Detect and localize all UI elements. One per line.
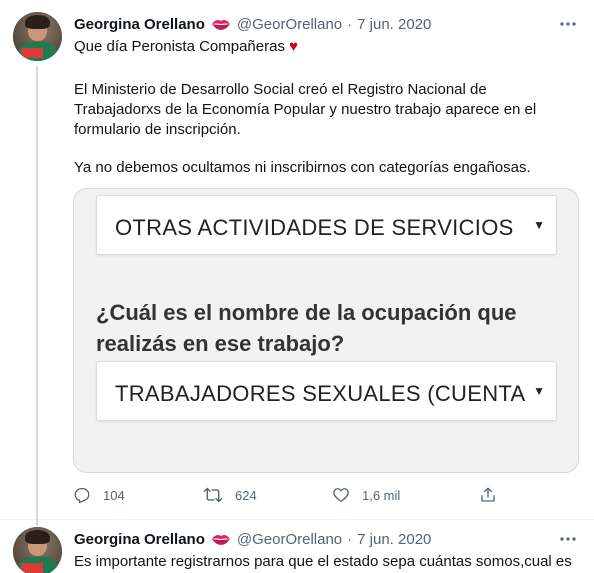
retweet-count: 624 — [235, 487, 257, 503]
author-name[interactable]: Georgina Orellano — [74, 531, 205, 548]
reply-button[interactable]: 104 — [73, 484, 125, 506]
occupation-select: TRABAJADORES SEXUALES (CUENTAPROPIA) ▼ — [96, 361, 557, 421]
like-button[interactable]: 1,6 mil — [332, 484, 400, 506]
share-icon — [479, 486, 497, 504]
kiss-mark-icon — [211, 18, 231, 30]
share-button[interactable] — [479, 484, 497, 506]
tweet-text-paragraph: Es importante registrarnos para que el e… — [74, 553, 572, 570]
tweet[interactable]: Georgina Orellano @GeorOrellano · 7 jun.… — [0, 0, 594, 526]
separator-dot: · — [347, 15, 353, 33]
reply-icon — [73, 486, 91, 504]
occupation-select-value: TRABAJADORES SEXUALES (CUENTAPROPIA) — [115, 381, 525, 406]
like-count: 1,6 mil — [362, 487, 401, 503]
like-icon — [332, 486, 350, 504]
tweet-actions: 104 624 1,6 mil — [0, 484, 594, 506]
tweet-text-paragraph: El Ministerio de Desarrollo Social creó … — [74, 81, 537, 138]
tweet-text-first: Que día Peronista Compañeras — [74, 38, 285, 55]
kiss-mark-icon — [211, 533, 231, 545]
form-question: ¿Cuál es el nombre de la ocupación que r… — [96, 300, 517, 356]
thread-connector — [36, 66, 38, 526]
tweet-image[interactable]: OTRAS ACTIVIDADES DE SERVICIOS ▼ ¿Cuál e… — [73, 188, 579, 473]
category-select: OTRAS ACTIVIDADES DE SERVICIOS ▼ — [96, 195, 557, 255]
more-icon[interactable] — [558, 529, 578, 549]
tweet-text-line: Que día Peronista Compañeras ♥ — [74, 37, 574, 57]
tweet-date[interactable]: 7 jun. 2020 — [357, 16, 431, 33]
chevron-down-icon: ▼ — [533, 218, 545, 232]
reply-count: 104 — [103, 487, 125, 503]
retweet-button[interactable]: 624 — [203, 484, 257, 506]
tweet-text-paragraph: Ya no debemos ocultamos ni inscribirnos … — [74, 159, 531, 176]
heart-emoji: ♥ — [289, 38, 299, 55]
tweet-header: Georgina Orellano @GeorOrellano · 7 jun.… — [74, 529, 431, 549]
tweet-header: Georgina Orellano @GeorOrellano · 7 jun.… — [74, 14, 431, 34]
author-name[interactable]: Georgina Orellano — [74, 16, 205, 33]
more-icon[interactable] — [558, 14, 578, 34]
category-select-value: OTRAS ACTIVIDADES DE SERVICIOS — [115, 215, 514, 240]
avatar[interactable] — [13, 12, 62, 61]
tweet-date[interactable]: 7 jun. 2020 — [357, 531, 431, 548]
author-handle[interactable]: @GeorOrellano — [237, 531, 342, 548]
author-handle[interactable]: @GeorOrellano — [237, 16, 342, 33]
retweet-icon — [203, 486, 223, 504]
tweet[interactable]: Georgina Orellano @GeorOrellano · 7 jun.… — [0, 520, 594, 573]
avatar[interactable] — [13, 527, 62, 573]
chevron-down-icon: ▼ — [533, 384, 545, 398]
separator-dot: · — [347, 530, 353, 548]
